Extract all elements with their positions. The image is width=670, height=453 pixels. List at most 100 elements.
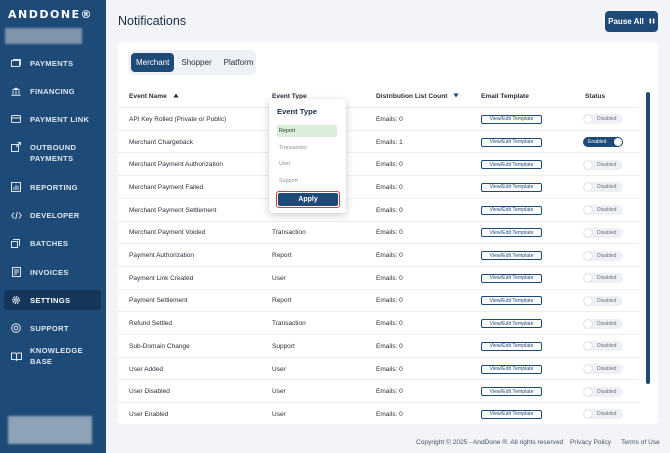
status-toggle[interactable]: Disabled	[583, 295, 623, 306]
privacy-policy-link[interactable]: Privacy Policy	[570, 439, 611, 446]
sidebar-item-financing[interactable]: FINANCING	[4, 85, 101, 97]
email-template-cell: View/Edit Template	[481, 153, 542, 176]
filter-option-report[interactable]: Report	[277, 125, 337, 137]
toggle-knob	[584, 274, 592, 283]
status-toggle[interactable]: Disabled	[583, 182, 623, 193]
audience-tabs: Merchant Shopper Platform	[128, 50, 256, 75]
toggle-knob	[584, 228, 592, 237]
status-toggle[interactable]: Disabled	[583, 159, 623, 170]
status-toggle[interactable]: Disabled	[583, 364, 623, 375]
event-name-cell: Merchant Payment Voided	[129, 229, 206, 237]
view-edit-template-button[interactable]: View/Edit Template	[481, 137, 542, 147]
view-edit-template-button[interactable]: View/Edit Template	[481, 319, 542, 329]
pause-all-label: Pause All	[608, 17, 644, 26]
status-label: Disabled	[597, 343, 617, 350]
status-toggle[interactable]: Disabled	[583, 386, 623, 397]
status-toggle[interactable]: Disabled	[583, 227, 623, 238]
view-edit-template-button[interactable]: View/Edit Template	[481, 409, 542, 419]
sidebar-item-outbound-payments[interactable]: OUTBOUND PAYMENTS	[4, 142, 101, 164]
sidebar-item-settings[interactable]: SETTINGS	[4, 290, 101, 310]
sidebar-item-payments[interactable]: PAYMENTS	[4, 57, 101, 69]
brand-logo[interactable]: ANDDONE®	[8, 8, 93, 21]
status-toggle[interactable]: Disabled	[583, 114, 623, 125]
table-row: Sub-Domain Change Support Emails: 0 View/Ed…	[118, 334, 639, 357]
status-label: Disabled	[597, 116, 617, 123]
event-type-cell: User	[272, 388, 286, 396]
report-icon	[10, 182, 22, 192]
view-edit-template-button[interactable]: View/Edit Template	[481, 296, 542, 306]
event-type-cell: Support	[272, 342, 295, 350]
view-edit-template-button[interactable]: View/Edit Template	[481, 182, 542, 192]
sidebar-item-label: INVOICES	[30, 267, 69, 277]
sidebar-item-invoices[interactable]: INVOICES	[4, 266, 101, 278]
event-type-cell: User	[272, 410, 286, 418]
view-edit-template-button[interactable]: View/Edit Template	[481, 228, 542, 238]
sidebar-item-developer[interactable]: DEVELOPER	[4, 209, 101, 221]
status-cell: Disabled	[583, 244, 623, 267]
status-label: Disabled	[597, 411, 617, 418]
status-toggle[interactable]: Enabled	[583, 137, 623, 148]
distribution-count-cell: Emails: 0	[376, 115, 403, 123]
status-toggle[interactable]: Disabled	[583, 205, 623, 216]
toggle-knob	[614, 138, 622, 147]
view-edit-template-button[interactable]: View/Edit Template	[481, 160, 542, 170]
email-template-cell: View/Edit Template	[481, 358, 542, 381]
event-type-cell: Report	[272, 297, 292, 305]
popup-title: Event Type	[277, 107, 317, 116]
status-cell: Disabled	[583, 176, 623, 199]
sidebar-item-knowledge-base[interactable]: KNOWLEDGE BASE	[4, 346, 101, 366]
tab-platform[interactable]: Platform	[219, 53, 259, 72]
status-cell: Disabled	[583, 290, 623, 313]
status-cell: Disabled	[583, 199, 623, 222]
status-toggle[interactable]: Disabled	[583, 341, 623, 352]
event-type-cell: User	[272, 365, 286, 373]
status-toggle[interactable]: Disabled	[583, 250, 623, 261]
apply-button[interactable]: Apply	[278, 193, 338, 206]
sidebar-item-batches[interactable]: BATCHES	[4, 237, 101, 249]
column-email-template: Email Template	[481, 93, 529, 100]
sidebar-item-label: DEVELOPER	[30, 210, 80, 220]
filter-option-transaction[interactable]: Transaction	[277, 142, 337, 154]
status-toggle[interactable]: Disabled	[583, 318, 623, 329]
column-event-name[interactable]: Event Name	[129, 93, 179, 100]
status-label: Disabled	[597, 252, 617, 259]
view-edit-template-button[interactable]: View/Edit Template	[481, 273, 542, 283]
status-toggle[interactable]: Disabled	[583, 273, 623, 284]
view-edit-template-button[interactable]: View/Edit Template	[481, 205, 542, 215]
copyright-text: Copyright © 2025 - AndDone ®. All rights…	[416, 439, 564, 446]
outbound-icon	[10, 142, 22, 152]
user-profile[interactable]	[8, 416, 92, 444]
email-template-cell: View/Edit Template	[481, 290, 542, 313]
view-edit-template-button[interactable]: View/Edit Template	[481, 341, 542, 351]
account-switcher[interactable]	[5, 28, 82, 44]
apply-button-highlight: Apply	[276, 191, 340, 208]
email-template-cell: View/Edit Template	[481, 176, 542, 199]
distribution-count-cell: Emails: 0	[376, 229, 403, 237]
distribution-count-cell: Emails: 0	[376, 252, 403, 260]
status-label: Disabled	[597, 366, 617, 373]
view-edit-template-button[interactable]: View/Edit Template	[481, 387, 542, 397]
view-edit-template-button[interactable]: View/Edit Template	[481, 114, 542, 124]
tab-shopper[interactable]: Shopper	[176, 53, 216, 72]
status-toggle[interactable]: Disabled	[583, 409, 623, 420]
sidebar-item-reporting[interactable]: REPORTING	[4, 181, 101, 193]
status-cell: Disabled	[583, 108, 623, 131]
sidebar-item-label: REPORTING	[30, 182, 78, 192]
toggle-knob	[584, 342, 592, 351]
status-label: Disabled	[597, 229, 617, 236]
sidebar-item-label-line2: PAYMENTS	[30, 154, 74, 163]
view-edit-template-button[interactable]: View/Edit Template	[481, 251, 542, 261]
distribution-count-cell: Emails: 0	[376, 161, 403, 169]
column-distribution-count[interactable]: Distribution List Count	[376, 93, 460, 100]
view-edit-template-button[interactable]: View/Edit Template	[481, 364, 542, 374]
tab-merchant[interactable]: Merchant	[131, 53, 175, 72]
filter-option-user[interactable]: User	[277, 158, 337, 170]
event-name-cell: Payment Link Created	[129, 274, 194, 282]
pause-all-button[interactable]: Pause All	[605, 11, 658, 32]
terms-of-use-link[interactable]: Terms of Use	[621, 439, 660, 446]
filter-option-support[interactable]: Support	[277, 175, 337, 187]
table-scrollbar[interactable]	[646, 92, 650, 384]
sidebar-item-payment-link[interactable]: PAYMENT LINK	[4, 113, 101, 125]
distribution-count-cell: Emails: 0	[376, 410, 403, 418]
sidebar-item-support[interactable]: SUPPORT	[4, 322, 101, 334]
